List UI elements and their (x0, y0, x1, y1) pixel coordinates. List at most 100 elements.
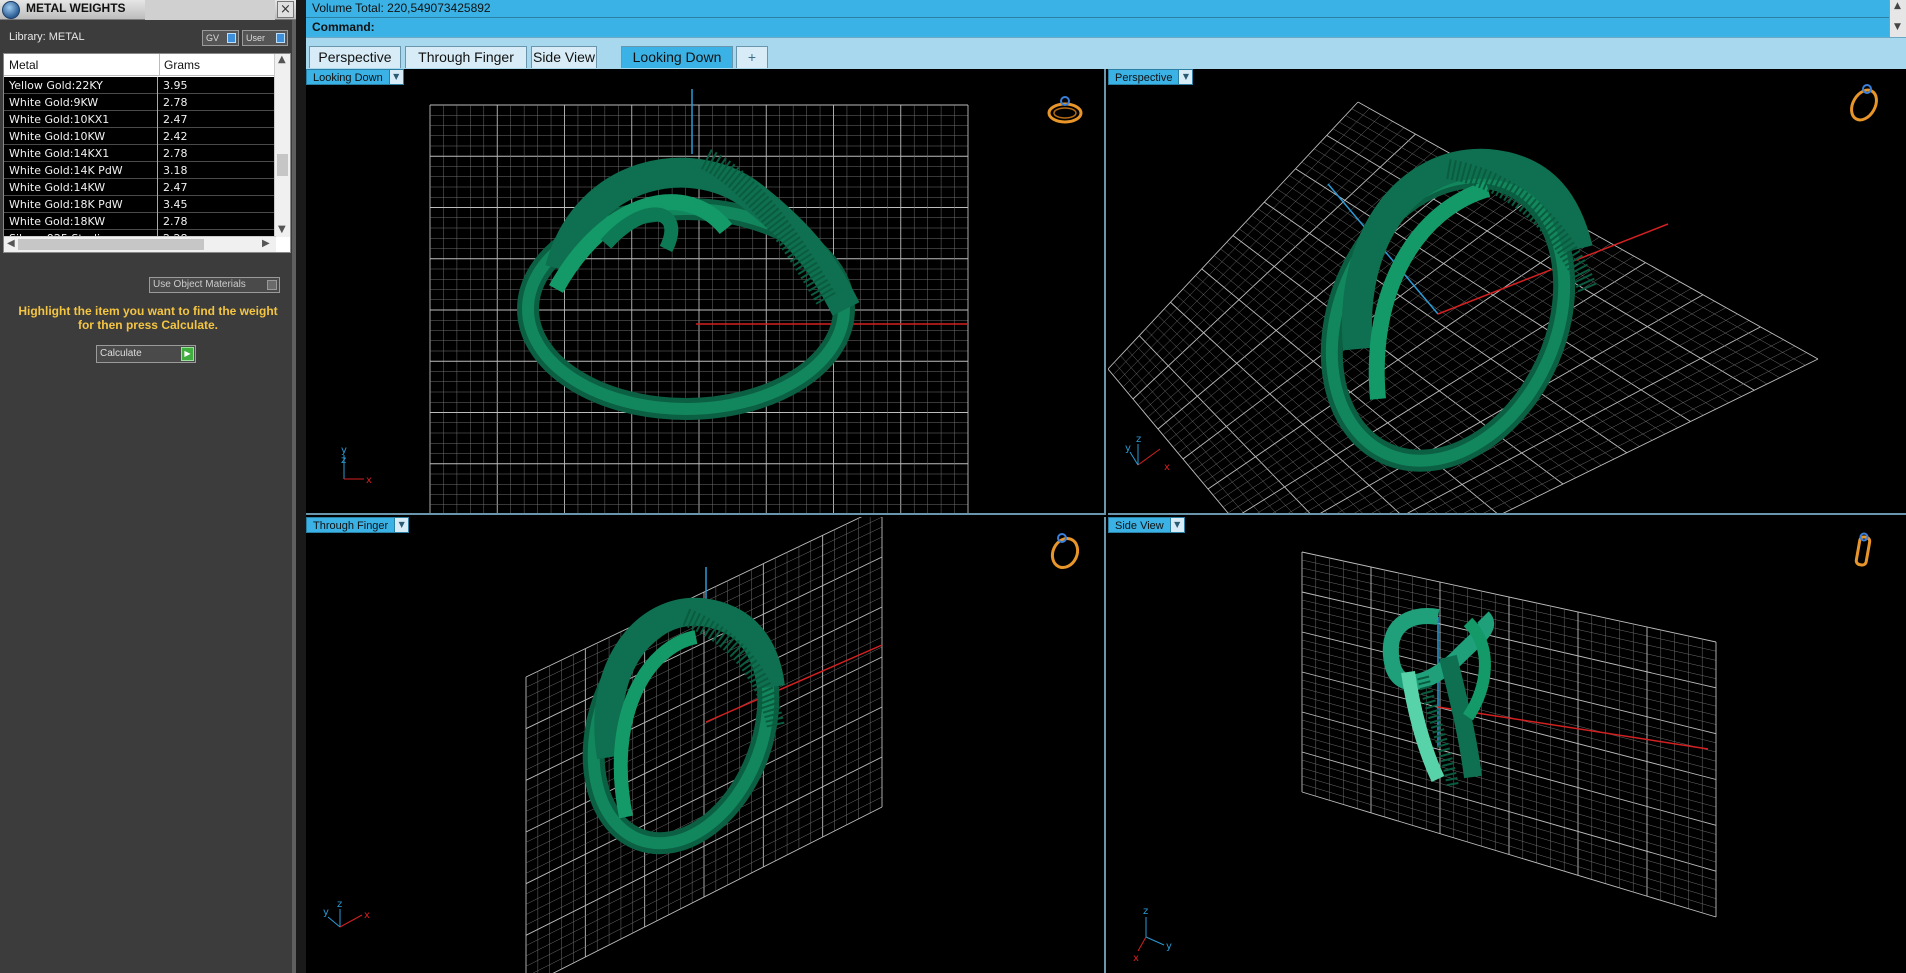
metal-name-cell: White Gold:14K PdW (9, 164, 123, 177)
viewport-label-side-view[interactable]: Side View ▼ (1108, 517, 1185, 533)
perspective-scene: y z x (1108, 101, 1819, 513)
table-row[interactable]: White Gold:18KW 2.78 (4, 213, 276, 230)
table-row[interactable]: White Gold:9KW 2.78 (4, 94, 276, 111)
metal-name-cell: White Gold:14KX1 (9, 147, 110, 160)
z-axis-label: z (337, 899, 342, 910)
through-finger-scene: y z x (323, 517, 883, 973)
viewport-label-through-finger[interactable]: Through Finger ▼ (306, 517, 410, 533)
app-window: METAL WEIGHTS × Library: METAL GV User M… (0, 0, 1906, 973)
x-axis-label: x (1164, 462, 1170, 473)
grams-cell: 3.95 (157, 77, 188, 94)
navigation-ring-icon[interactable] (1843, 81, 1885, 123)
viewport-perspective[interactable]: y z x Perspective ▼ (1108, 69, 1906, 515)
viewport-name: Through Finger (313, 520, 389, 532)
viewport-tabbar: Perspective Through Finger Side View Loo… (306, 37, 1906, 69)
grams-cell: 2.47 (157, 111, 188, 128)
app-logo-icon (2, 1, 20, 19)
grid-line (1170, 301, 1400, 513)
viewport-side-view[interactable]: z y x Side View ▼ (1108, 517, 1906, 973)
table-vertical-scrollbar[interactable]: ▲ ▼ (274, 54, 290, 237)
scroll-right-icon[interactable]: ▶ (262, 238, 270, 249)
grams-cell: 2.47 (157, 179, 188, 196)
gv-toggle-label: GV (206, 33, 220, 43)
use-object-materials-checkbox[interactable] (267, 280, 277, 290)
table-row[interactable]: White Gold:14K PdW 3.18 (4, 162, 276, 179)
metal-weights-panel: METAL WEIGHTS × Library: METAL GV User M… (0, 0, 296, 973)
titlebar-strip (145, 0, 275, 20)
tab-side-view[interactable]: Side View (531, 46, 597, 68)
command-line[interactable]: Command: (306, 19, 1889, 36)
metal-name-cell: White Gold:9KW (9, 96, 99, 109)
panel-titlebar: METAL WEIGHTS × (0, 0, 296, 20)
close-panel-button[interactable]: × (277, 1, 294, 18)
user-toggle-indicator (276, 33, 285, 43)
library-label: Library: METAL (9, 31, 85, 43)
use-object-materials-toggle[interactable]: Use Object Materials (149, 277, 280, 293)
viewport-name: Looking Down (313, 72, 383, 84)
calculate-button[interactable]: Calculate ▶ (96, 345, 196, 363)
dropdown-arrow-icon[interactable]: ▼ (1169, 518, 1184, 532)
table-row[interactable]: White Gold:14KX1 2.78 (4, 145, 276, 162)
grid-line (1304, 288, 1692, 513)
ground-grid (525, 517, 883, 973)
tab-looking-down[interactable]: Looking Down (621, 46, 733, 68)
viewport-through-finger[interactable]: y z x Through Finger ▼ (306, 517, 1106, 973)
table-row[interactable]: Yellow Gold:22KY 3.95 (4, 77, 276, 94)
x-axis-label: x (1133, 953, 1139, 964)
volume-readout: Volume Total: 220,549073425892 (306, 0, 1889, 18)
grams-cell: 3.45 (157, 196, 188, 213)
table-row[interactable]: White Gold:18K PdW 3.45 (4, 196, 276, 213)
y-axis-label: y (1166, 941, 1172, 952)
navigation-ring-icon[interactable] (1044, 529, 1086, 571)
metal-name-cell: White Gold:14KW (9, 181, 106, 194)
scroll-left-icon[interactable]: ◀ (7, 238, 15, 249)
instruction-text: Highlight the item you want to find the … (18, 304, 278, 332)
navigation-ring-icon[interactable] (1843, 529, 1885, 571)
scroll-up-icon[interactable]: ▲ (1894, 1, 1901, 11)
grams-cell: 3.18 (157, 162, 188, 179)
play-icon[interactable]: ▶ (181, 347, 194, 361)
table-row[interactable]: White Gold:14KW 2.47 (4, 179, 276, 196)
vertical-scroll-thumb[interactable] (277, 154, 288, 176)
user-toggle[interactable]: User (242, 30, 288, 46)
table-row[interactable]: White Gold:10KX1 2.47 (4, 111, 276, 128)
viewport-label-perspective[interactable]: Perspective ▼ (1108, 69, 1194, 85)
viewport-name: Perspective (1115, 72, 1173, 84)
column-header-metal[interactable]: Metal (9, 58, 38, 72)
panel-title: METAL WEIGHTS (26, 1, 126, 15)
dropdown-arrow-icon[interactable]: ▼ (388, 70, 403, 84)
grid-line (1120, 355, 1260, 513)
x-axis-label: x (364, 910, 370, 921)
scroll-down-icon[interactable]: ▼ (1894, 22, 1901, 32)
y-axis-label: y (323, 907, 329, 918)
command-scrollbar[interactable]: ▲ ▼ (1889, 0, 1906, 37)
gv-toggle[interactable]: GV (202, 30, 239, 46)
scroll-up-icon[interactable]: ▲ (278, 54, 286, 65)
tab-perspective[interactable]: Perspective (309, 46, 401, 68)
table-horizontal-scrollbar[interactable]: ◀ ▶ (4, 236, 276, 252)
scroll-down-icon[interactable]: ▼ (278, 224, 286, 235)
axis-triad: z y x (1133, 906, 1172, 964)
tab-through-finger[interactable]: Through Finger (405, 46, 527, 68)
metal-name-cell: White Gold:18K PdW (9, 198, 123, 211)
add-tab-button[interactable]: + (736, 46, 768, 68)
navigation-ring-icon[interactable] (1044, 87, 1086, 129)
gv-toggle-indicator (227, 33, 236, 43)
metal-table[interactable]: Metal Grams Yellow Gold:22KY 3.95 White Go… (3, 53, 291, 253)
grams-cell: 2.78 (157, 145, 188, 162)
viewport-grid: y z x Looking Down ▼ y z x Perspective ▼… (306, 69, 1906, 973)
grams-cell: 2.78 (157, 94, 188, 111)
table-header: Metal Grams (4, 54, 276, 76)
axis-triad: y z x (323, 899, 370, 928)
user-toggle-label: User (246, 33, 266, 43)
dropdown-arrow-icon[interactable]: ▼ (394, 518, 409, 532)
grams-cell: 2.78 (157, 213, 188, 230)
column-header-grams[interactable]: Grams (159, 54, 200, 76)
table-row[interactable]: White Gold:10KW 2.42 (4, 128, 276, 145)
dropdown-arrow-icon[interactable]: ▼ (1178, 70, 1193, 84)
horizontal-scroll-thumb[interactable] (18, 239, 204, 250)
y-axis-label: y (1125, 443, 1131, 454)
use-object-materials-label: Use Object Materials (153, 279, 246, 290)
viewport-looking-down[interactable]: y z x Looking Down ▼ (306, 69, 1106, 515)
viewport-label-looking-down[interactable]: Looking Down ▼ (306, 69, 404, 85)
